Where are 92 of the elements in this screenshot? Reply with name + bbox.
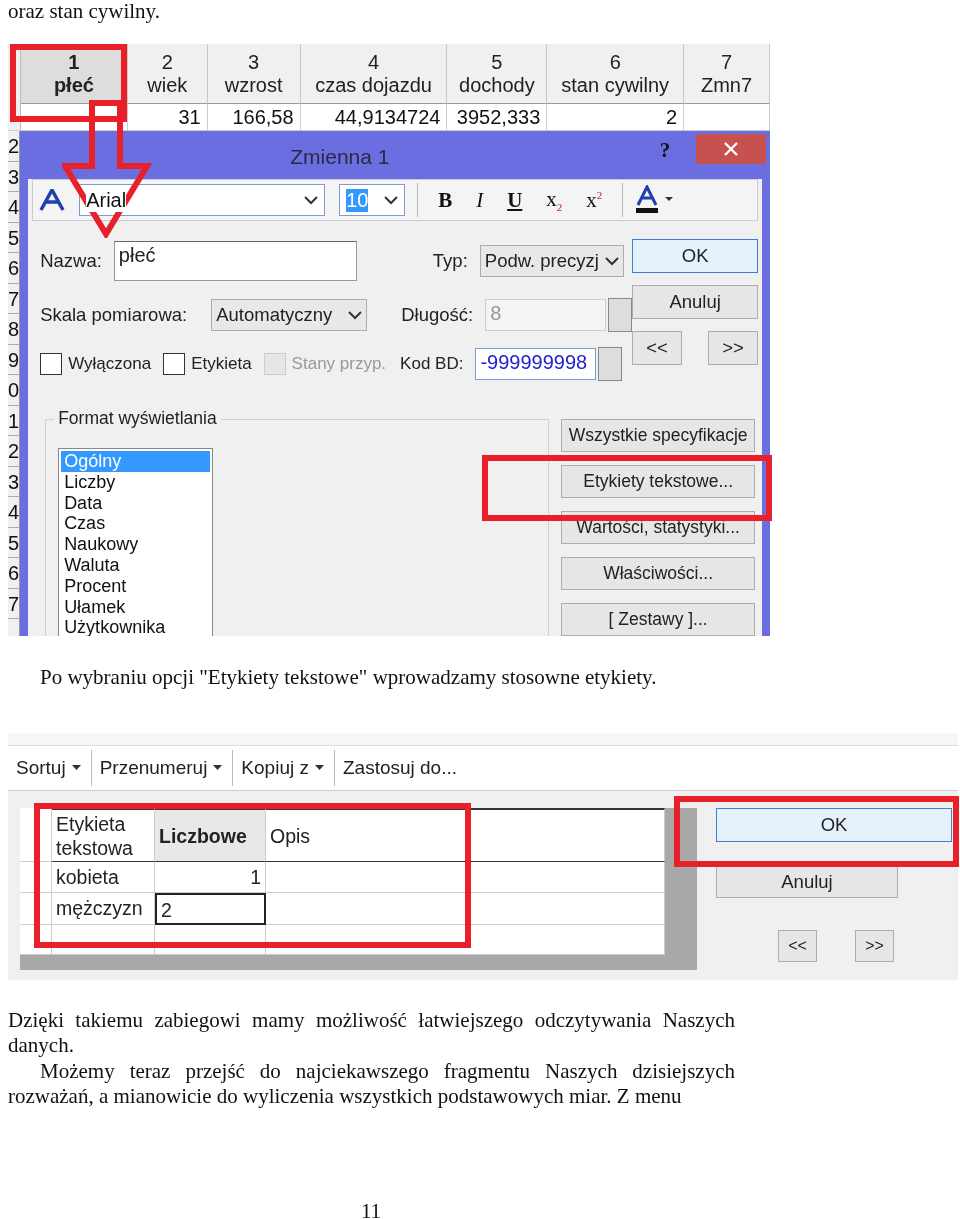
list-item[interactable]: Data bbox=[61, 492, 211, 514]
dialog-button[interactable]: Wszystkie specyfikacje bbox=[561, 419, 756, 452]
code-field[interactable]: -999999998 bbox=[475, 348, 597, 380]
body-text: oraz stan cywilny. bbox=[8, 0, 160, 24]
field-label: Typ: bbox=[432, 250, 468, 272]
column-header[interactable]: Opis bbox=[266, 808, 665, 862]
row-number: 1 bbox=[8, 405, 20, 436]
dialog-button[interactable]: OK bbox=[632, 239, 759, 273]
table-cell: 166,58 bbox=[207, 104, 301, 130]
caret-icon bbox=[384, 195, 399, 205]
list-item[interactable]: Czas bbox=[61, 513, 211, 535]
font-color-icon[interactable] bbox=[635, 185, 676, 215]
row-number: 2 bbox=[8, 131, 20, 162]
field-label: Długość: bbox=[401, 304, 474, 326]
list-item[interactable]: Waluta bbox=[61, 555, 211, 576]
column-header[interactable]: Liczbowe bbox=[155, 808, 266, 862]
menu-item[interactable]: Sortuj bbox=[8, 750, 92, 786]
table-cell: kobieta bbox=[52, 862, 155, 893]
list-item[interactable]: Liczby bbox=[61, 471, 211, 493]
row-header bbox=[20, 893, 52, 925]
window-title: Zmienna 1 bbox=[289, 144, 391, 169]
bold-button[interactable]: B bbox=[430, 185, 461, 215]
page-number: 11 bbox=[359, 1199, 383, 1219]
checkbox[interactable]: Etykieta bbox=[163, 353, 252, 375]
field-label: Kod BD: bbox=[400, 354, 464, 374]
table-cell: 3952,333 bbox=[447, 104, 548, 130]
column-header[interactable]: 2 wiek bbox=[127, 44, 208, 104]
type-dropdown[interactable]: Podw. precyzj bbox=[479, 245, 624, 277]
body-text: Dzięki takiemu zabiegowi mamy możliwość łatwiejszego odczytywania Naszych danych. bbox=[8, 1008, 735, 1058]
row-number: 8 bbox=[8, 314, 20, 345]
table-cell: 1 bbox=[155, 862, 266, 893]
row-number: 4 bbox=[8, 497, 20, 528]
group-title: Format wyświetlania bbox=[54, 408, 221, 429]
field-label: Nazwa: bbox=[40, 250, 102, 272]
dialog-button[interactable]: Właściwości... bbox=[561, 557, 756, 590]
menu-item[interactable]: Zastosuj do... bbox=[334, 750, 468, 786]
table-cell: 2 bbox=[547, 104, 685, 130]
close-icon bbox=[724, 142, 739, 156]
row-number: 3 bbox=[8, 161, 20, 192]
scale-dropdown[interactable]: Automatyczny bbox=[211, 299, 368, 331]
row-number: 3 bbox=[8, 466, 20, 497]
row-number: 6 bbox=[8, 558, 20, 589]
caret-icon bbox=[348, 310, 363, 320]
caret-icon bbox=[604, 256, 619, 266]
row-number: 5 bbox=[8, 527, 20, 558]
dialog-button[interactable]: Anuluj bbox=[632, 285, 759, 319]
column-header[interactable]: 5 dochody bbox=[447, 44, 548, 104]
table-cell: mężczyzn bbox=[52, 893, 155, 925]
row-number: 2 bbox=[8, 436, 20, 467]
caret-icon bbox=[304, 195, 319, 205]
column-header[interactable]: 3 wzrost bbox=[207, 44, 301, 104]
font-dropdown[interactable]: Arial bbox=[79, 184, 326, 216]
column-header[interactable]: 4 czas dojazdu bbox=[300, 44, 448, 104]
list-item[interactable]: Procent bbox=[61, 575, 211, 597]
dialog-button[interactable]: Anuluj bbox=[716, 866, 898, 898]
close-button[interactable] bbox=[696, 134, 767, 164]
column-header[interactable]: 7 Zmn7 bbox=[684, 44, 770, 104]
underline-button[interactable]: U bbox=[499, 185, 531, 215]
spin-button[interactable] bbox=[608, 298, 633, 332]
row-number: 5 bbox=[8, 222, 20, 253]
nav-button[interactable]: << bbox=[632, 331, 683, 365]
caption-text: Po wybraniu opcji "Etykiety tekstowe" wprowadzamy stosowne etykiety. bbox=[40, 665, 657, 690]
help-button[interactable]: ? bbox=[651, 135, 679, 165]
row-number: 6 bbox=[8, 253, 20, 284]
menu-item[interactable]: Kopiuj z bbox=[233, 750, 335, 786]
field-label: Skala pomiarowa: bbox=[40, 304, 188, 326]
nav-button[interactable]: >> bbox=[855, 930, 894, 962]
menu-item[interactable]: Przenumeruj bbox=[91, 750, 234, 786]
row-number: 7 bbox=[8, 283, 20, 314]
list-item[interactable]: Ułamek bbox=[61, 596, 211, 618]
font-icon[interactable] bbox=[39, 189, 66, 211]
row-number: 7 bbox=[8, 588, 20, 619]
checkbox[interactable]: Wyłączona bbox=[40, 353, 152, 375]
body-text: Możemy teraz przejść do najciekawszego fragmentu Naszych dzisiejszych rozważań, a mianowicie do wyliczenia wszystkich podstawowych miar. Z menu bbox=[8, 1059, 735, 1109]
nav-button[interactable]: << bbox=[778, 930, 817, 962]
spin-button[interactable] bbox=[598, 347, 623, 381]
subscript-button[interactable]: x$_{2}$ bbox=[538, 184, 571, 216]
column-header[interactable]: 6 stan cywilny bbox=[547, 44, 685, 104]
table-cell: 44,9134724 bbox=[300, 104, 448, 130]
nav-button[interactable]: >> bbox=[708, 331, 759, 365]
italic-button[interactable]: I bbox=[468, 185, 492, 215]
table-cell: 31 bbox=[127, 104, 208, 130]
dialog-button[interactable]: [ Zestawy ]... bbox=[561, 603, 756, 636]
dialog-button[interactable]: Etykiety tekstowe... bbox=[561, 465, 756, 498]
input-field[interactable]: 2 bbox=[155, 893, 266, 925]
dialog-button[interactable]: OK bbox=[716, 808, 952, 842]
name-field[interactable]: płeć bbox=[113, 241, 357, 281]
list-item[interactable]: Naukowy bbox=[61, 534, 211, 555]
superscript-button[interactable]: x$^{2}$ bbox=[578, 185, 611, 215]
row-number: 4 bbox=[8, 192, 20, 223]
row-number: 0 bbox=[8, 375, 20, 406]
row-number: 9 bbox=[8, 344, 20, 375]
